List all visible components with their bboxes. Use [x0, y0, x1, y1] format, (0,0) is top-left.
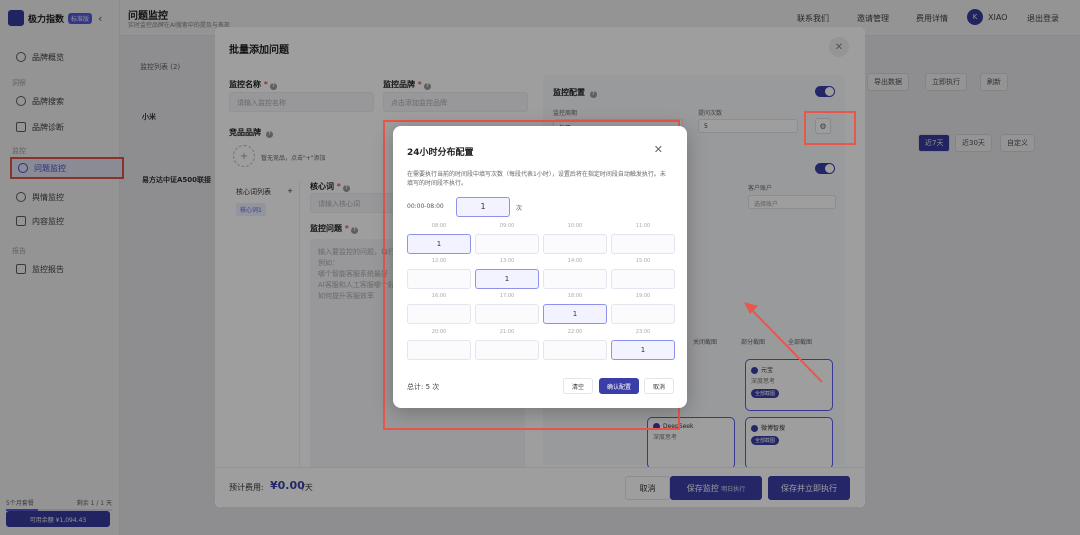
hour-slot-input[interactable]	[543, 340, 607, 360]
dialog-title: 24小时分布配置	[407, 148, 474, 158]
close-icon[interactable]: ✕	[654, 143, 663, 156]
hour-slot-input[interactable]	[407, 340, 471, 360]
slot-time-label: 19:00	[635, 293, 651, 299]
slot-time-label: 18:00	[567, 293, 583, 299]
clear-button[interactable]: 清空	[563, 378, 593, 394]
total-count: 总计: 5 次	[407, 383, 440, 391]
hour-slot-input[interactable]	[611, 234, 675, 254]
cancel-dialog-button[interactable]: 取消	[644, 378, 674, 394]
hour-slot-input[interactable]	[475, 304, 539, 324]
first-period-input[interactable]: 1	[456, 197, 510, 217]
slot-time-label: 17:00	[499, 293, 515, 299]
unit-label: 次	[516, 205, 523, 212]
hour-slot-input[interactable]: 1	[407, 234, 471, 254]
hour-slot-input[interactable]	[407, 269, 471, 289]
hour-slot-input[interactable]	[407, 304, 471, 324]
slot-time-label: 10:00	[567, 223, 583, 229]
slot-time-label: 20:00	[431, 329, 447, 335]
distribution-dialog: 24小时分布配置 ✕ 在需要执行当前的时间段中填写次数（每段代表1小时），设置后…	[393, 126, 687, 408]
slot-time-label: 08:00	[431, 223, 447, 229]
slot-time-label: 21:00	[499, 329, 515, 335]
dialog-description: 在需要执行当前的时间段中填写次数（每段代表1小时），设置后将在指定时间段自动触发…	[407, 171, 666, 187]
hour-slot-input[interactable]	[475, 340, 539, 360]
annotation-arrow	[744, 302, 823, 383]
hour-slot-input[interactable]	[475, 234, 539, 254]
slot-time-label: 14:00	[567, 258, 583, 264]
slot-time-label: 12:00	[431, 258, 447, 264]
hour-slot-input[interactable]	[543, 234, 607, 254]
slot-time-label: 11:00	[635, 223, 651, 229]
annotation-box-gear	[804, 111, 856, 145]
slot-time-label: 13:00	[499, 258, 515, 264]
confirm-button[interactable]: 确认配置	[599, 378, 639, 394]
hour-slot-input[interactable]: 1	[543, 304, 607, 324]
hour-slot-input[interactable]	[543, 269, 607, 289]
slot-time-label: 15:00	[635, 258, 651, 264]
slot-time-label: 09:00	[499, 223, 515, 229]
hour-slot-input[interactable]	[611, 304, 675, 324]
slot-time-label: 23:00	[635, 329, 651, 335]
hour-slot-input[interactable]	[611, 269, 675, 289]
slot-time-label: 22:00	[567, 329, 583, 335]
hour-slot-input[interactable]: 1	[475, 269, 539, 289]
first-period-label: 00:00-08:00	[407, 203, 444, 210]
hour-slot-input[interactable]: 1	[611, 340, 675, 360]
slot-time-label: 16:00	[431, 293, 447, 299]
